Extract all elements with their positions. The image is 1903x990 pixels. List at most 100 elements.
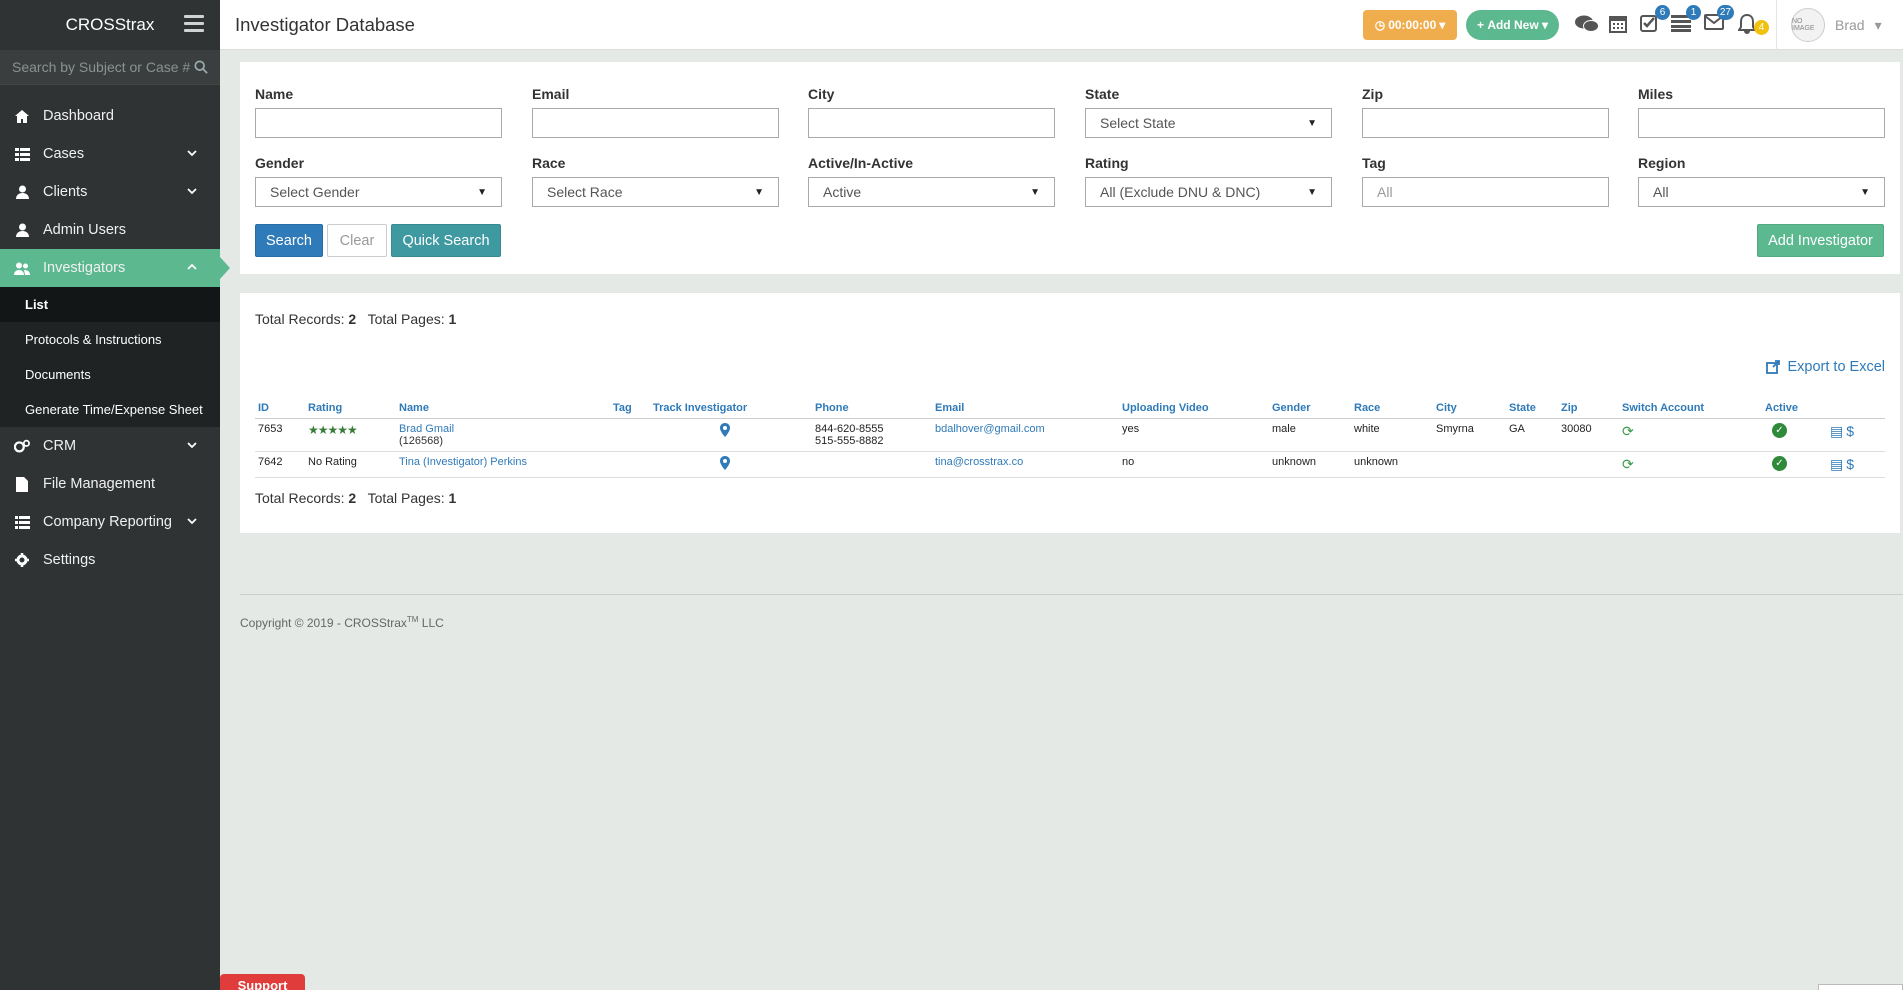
sidebar-item-label: Investigators [43,260,126,276]
search-icon[interactable] [194,60,208,74]
sidebar-item-crm[interactable]: CRM [0,427,220,465]
sidebar-item-company-reporting[interactable]: Company Reporting [0,503,220,541]
tag-label: Tag [1362,155,1386,171]
totals-bottom: Total Records: 2 Total Pages: 1 [255,490,456,506]
col-id[interactable]: ID [255,399,305,419]
bell-icon[interactable]: 4 [1737,13,1769,36]
total-records-value: 2 [348,311,357,327]
tag-input[interactable]: All [1362,177,1609,207]
list-icon [14,514,30,530]
col-actions [1827,399,1885,419]
col-uploading-video[interactable]: Uploading Video [1119,399,1269,419]
sidebar-item-label: File Management [43,476,156,492]
col-city[interactable]: City [1433,399,1506,419]
name-input[interactable] [255,108,502,138]
list-icon[interactable]: 1 [1671,5,1701,36]
sidebar-item-investigators[interactable]: Investigators [0,249,230,287]
cell-state [1506,451,1558,478]
col-tag[interactable]: Tag [610,399,650,419]
col-phone[interactable]: Phone [812,399,932,419]
cell-uploading-video: yes [1119,418,1269,452]
col-track[interactable]: Track Investigator [650,399,812,419]
chat-icon[interactable] [1575,14,1599,36]
sidebar-item-label: Company Reporting [43,514,172,530]
top-bar: Investigator Database ◷ 00:00:00 ▾ + Add… [220,0,1903,50]
dollar-icon[interactable]: $ [1846,456,1854,472]
hamburger-menu-icon[interactable] [184,15,204,32]
col-gender[interactable]: Gender [1269,399,1351,419]
export-label: Export to Excel [1787,359,1885,375]
clear-button[interactable]: Clear [327,224,387,257]
cell-switch: ⟳ [1619,451,1762,478]
submenu-item-protocols[interactable]: Protocols & Instructions [0,322,220,357]
totals-top: Total Records: 2 Total Pages: 1 [255,311,456,327]
col-race[interactable]: Race [1351,399,1433,419]
refresh-icon[interactable]: ⟳ [1622,423,1634,439]
results-panel: Total Records: 2 Total Pages: 1 Export t… [240,293,1900,533]
tasks-icon[interactable]: 6 [1640,5,1670,36]
investigator-name-link[interactable]: Tina (Investigator) Perkins [399,456,607,468]
caret-down-icon: ▼ [1307,186,1317,198]
support-tab[interactable]: Support [220,974,305,990]
calendar-icon[interactable] [1609,14,1633,36]
search-button[interactable]: Search [255,224,323,257]
sidebar-item-label: Clients [43,184,88,200]
zip-input[interactable] [1362,108,1609,138]
col-zip[interactable]: Zip [1558,399,1619,419]
user-menu[interactable]: NO IMAGE Brad ▾ [1776,0,1882,50]
col-switch-account[interactable]: Switch Account [1619,399,1762,419]
investigator-name-link[interactable]: Brad Gmail [399,423,607,435]
billing-card-icon[interactable]: ▤ [1830,456,1843,472]
timer-button[interactable]: ◷ 00:00:00 ▾ [1363,10,1457,40]
submenu-item-documents[interactable]: Documents [0,357,220,392]
cell-active: ✓ [1762,451,1827,478]
submenu-item-list[interactable]: List [0,287,220,322]
rating-select[interactable]: All (Exclude DNU & DNC) ▼ [1085,177,1332,207]
sidebar-item-file-management[interactable]: File Management [0,465,220,503]
state-select[interactable]: Select State ▼ [1085,108,1332,138]
submenu-item-time-expense[interactable]: Generate Time/Expense Sheet [0,392,220,427]
city-input[interactable] [808,108,1055,138]
gender-select-value: Select Gender [270,184,360,200]
active-select[interactable]: Active ▼ [808,177,1055,207]
export-to-excel-link[interactable]: Export to Excel [1766,359,1885,375]
total-records-label: Total Records: [255,490,345,506]
cell-zip [1558,451,1619,478]
col-email[interactable]: Email [932,399,1119,419]
cell-zip: 30080 [1558,418,1619,452]
refresh-icon[interactable]: ⟳ [1622,456,1634,472]
brand-logo-text[interactable]: CROSStrax [66,15,155,35]
map-marker-icon[interactable] [720,423,730,437]
col-active[interactable]: Active [1762,399,1827,419]
quick-search-button[interactable]: Quick Search [391,224,501,257]
map-marker-icon[interactable] [720,456,730,470]
sidebar-item-dashboard[interactable]: Dashboard [0,97,220,135]
email-input[interactable] [532,108,779,138]
chevron-down-icon [187,442,197,449]
total-pages-label: Total Pages: [367,490,445,506]
envelope-icon[interactable]: 27 [1704,5,1734,36]
sidebar-item-settings[interactable]: Settings [0,541,220,579]
gender-select[interactable]: Select Gender ▼ [255,177,502,207]
add-new-button[interactable]: + Add New ▾ [1466,10,1559,40]
col-state[interactable]: State [1506,399,1558,419]
billing-card-icon[interactable]: ▤ [1830,423,1843,439]
state-select-value: Select State [1100,115,1176,131]
dollar-icon[interactable]: $ [1846,423,1854,439]
cell-city [1433,451,1506,478]
caret-down-icon: ▼ [754,186,764,198]
total-pages-label: Total Pages: [367,311,445,327]
sidebar-item-cases[interactable]: Cases [0,135,220,173]
add-investigator-button[interactable]: Add Investigator [1757,224,1884,257]
col-rating[interactable]: Rating [305,399,396,419]
cell-email[interactable]: tina@crosstrax.co [932,451,1119,478]
race-select[interactable]: Select Race ▼ [532,177,779,207]
cell-email[interactable]: bdalhover@gmail.com [932,418,1119,452]
miles-input[interactable] [1638,108,1885,138]
region-select[interactable]: All ▼ [1638,177,1885,207]
sidebar-item-clients[interactable]: Clients [0,173,220,211]
rating-select-value: All (Exclude DNU & DNC) [1100,184,1261,200]
subject-case-search-input[interactable] [12,59,194,75]
col-name[interactable]: Name [396,399,610,419]
sidebar-item-admin-users[interactable]: Admin Users [0,211,220,249]
